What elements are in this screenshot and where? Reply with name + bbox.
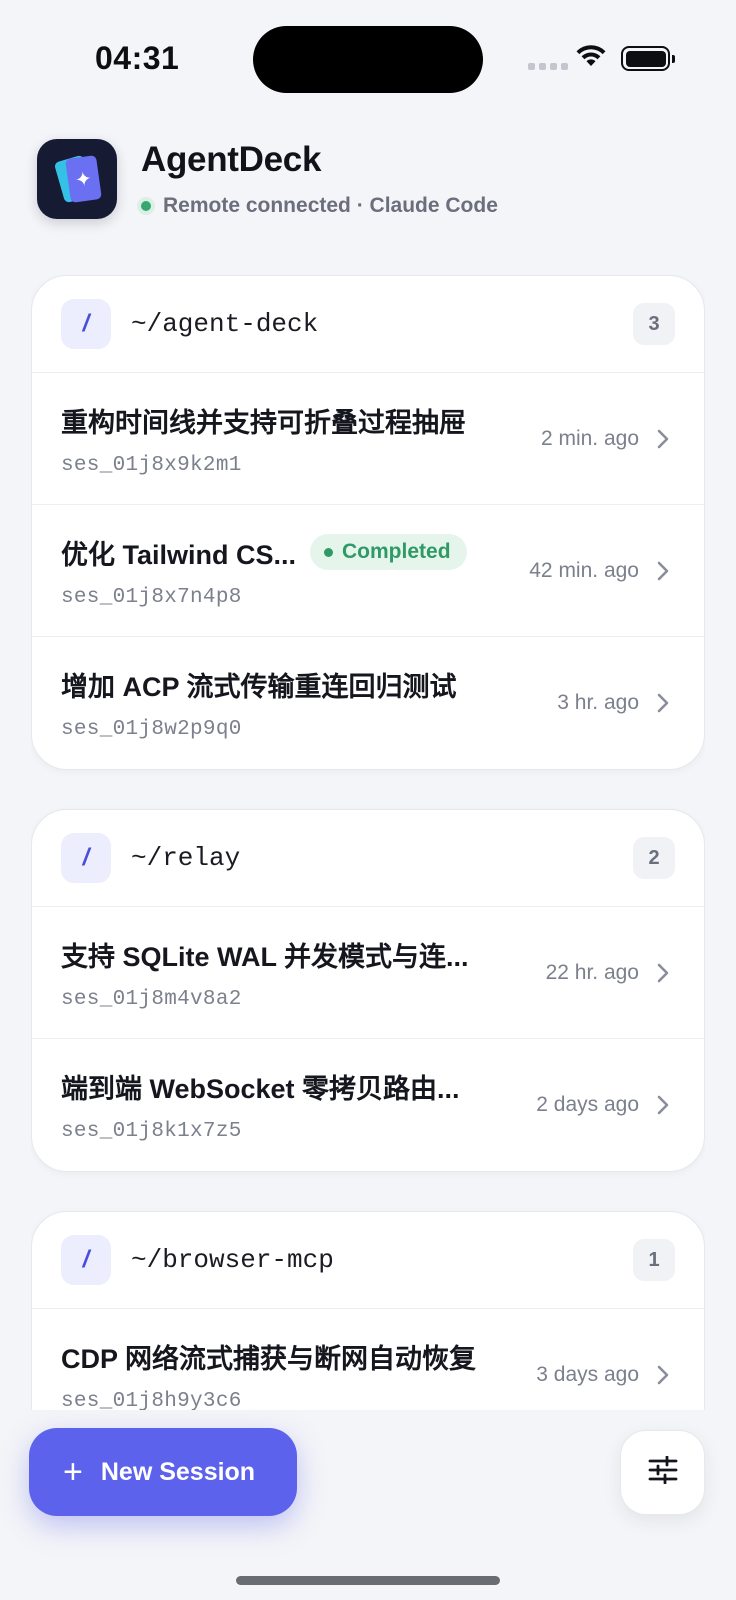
session-time: 3 days ago <box>536 1363 639 1386</box>
session-time: 42 min. ago <box>529 558 639 582</box>
session-title: 支持 SQLite WAL 并发模式与连... <box>61 941 469 972</box>
session-row[interactable]: 端到端 WebSocket 零拷贝路由... ses_01j8k1x7z5 2 … <box>32 1039 704 1171</box>
chevron-right-icon <box>657 693 669 713</box>
project-header[interactable]: / ~/agent-deck 3 <box>32 276 704 373</box>
filter-settings-button[interactable] <box>620 1430 705 1515</box>
project-path: ~/agent-deck <box>131 309 319 339</box>
session-count-badge: 2 <box>633 837 675 879</box>
dynamic-island <box>253 26 483 93</box>
project-group-relay: / ~/relay 2 支持 SQLite WAL 并发模式与连... ses_… <box>31 809 705 1172</box>
completed-status-badge: Completed <box>310 534 467 570</box>
session-id: ses_01j8x7n4p8 <box>61 585 242 609</box>
session-id: ses_01j8x9k2m1 <box>61 453 242 477</box>
chevron-right-icon <box>657 1365 669 1385</box>
home-indicator <box>236 1576 500 1585</box>
session-time: 2 min. ago <box>540 426 639 450</box>
app-title: AgentDeck <box>141 140 322 179</box>
connected-dot-icon <box>137 197 155 215</box>
session-id: ses_01j8w2p9q0 <box>61 718 242 741</box>
status-bar: 04:31 <box>0 0 736 120</box>
project-path: ~/relay <box>131 843 241 873</box>
session-count-badge: 1 <box>633 1239 675 1281</box>
battery-icon <box>621 46 675 71</box>
new-session-label: New Session <box>100 1457 256 1486</box>
project-group-browser-mcp: / ~/browser-mcp 1 CDP 网络流式捕获与断网自动恢复 ses_… <box>31 1211 705 1410</box>
session-title: 重构时间线并支持可折叠过程抽屉 <box>61 407 466 438</box>
sliders-icon <box>648 1455 678 1489</box>
session-title: 增加 ACP 流式传输重连回归测试 <box>61 672 457 702</box>
session-time: 2 days ago <box>536 1093 639 1116</box>
new-session-button[interactable]: + New Session <box>29 1428 297 1516</box>
folder-slash-icon: / <box>61 1235 111 1285</box>
session-list: / ~/agent-deck 3 重构时间线并支持可折叠过程抽屉 ses_01j… <box>31 275 705 1410</box>
session-row[interactable]: 增加 ACP 流式传输重连回归测试 ses_01j8w2p9q0 3 hr. a… <box>32 637 704 769</box>
folder-slash-icon: / <box>61 833 111 883</box>
connection-status: Remote connected · Claude Code <box>137 194 498 218</box>
session-row[interactable]: 支持 SQLite WAL 并发模式与连... ses_01j8m4v8a2 2… <box>32 907 704 1039</box>
session-id: ses_01j8k1x7z5 <box>61 1120 242 1143</box>
folder-slash-icon: / <box>61 299 111 349</box>
session-id: ses_01j8h9y3c6 <box>61 1390 242 1410</box>
project-group-agent-deck: / ~/agent-deck 3 重构时间线并支持可折叠过程抽屉 ses_01j… <box>31 275 705 770</box>
cellular-signal-icon <box>528 63 568 70</box>
project-header[interactable]: / ~/browser-mcp 1 <box>32 1212 704 1309</box>
session-row[interactable]: 优化 Tailwind CS... Completed ses_01j8x7n4… <box>32 505 704 637</box>
session-row[interactable]: 重构时间线并支持可折叠过程抽屉 ses_01j8x9k2m1 2 min. ag… <box>32 373 704 505</box>
chevron-right-icon <box>657 561 669 581</box>
wifi-icon <box>575 44 607 73</box>
chevron-right-icon <box>657 1095 669 1115</box>
session-row[interactable]: CDP 网络流式捕获与断网自动恢复 ses_01j8h9y3c6 3 days … <box>32 1309 704 1410</box>
session-count-badge: 3 <box>633 303 675 345</box>
clock: 04:31 <box>95 40 180 76</box>
session-time: 3 hr. ago <box>557 691 639 714</box>
project-path: ~/browser-mcp <box>131 1245 334 1275</box>
app-logo: ✦ <box>37 139 117 219</box>
chevron-right-icon <box>657 429 669 449</box>
plus-icon: + <box>63 1453 83 1491</box>
chevron-right-icon <box>657 963 669 983</box>
project-header[interactable]: / ~/relay 2 <box>32 810 704 907</box>
session-id: ses_01j8m4v8a2 <box>61 987 242 1011</box>
session-time: 22 hr. ago <box>545 960 639 984</box>
app-header: ✦ AgentDeck Remote connected · Claude Co… <box>37 139 498 219</box>
connection-status-text: Remote connected · Claude Code <box>163 194 498 217</box>
session-title: 优化 Tailwind CS... <box>61 539 297 570</box>
session-title: 端到端 WebSocket 零拷贝路由... <box>61 1074 460 1104</box>
session-title: CDP 网络流式捕获与断网自动恢复 <box>61 1344 477 1374</box>
